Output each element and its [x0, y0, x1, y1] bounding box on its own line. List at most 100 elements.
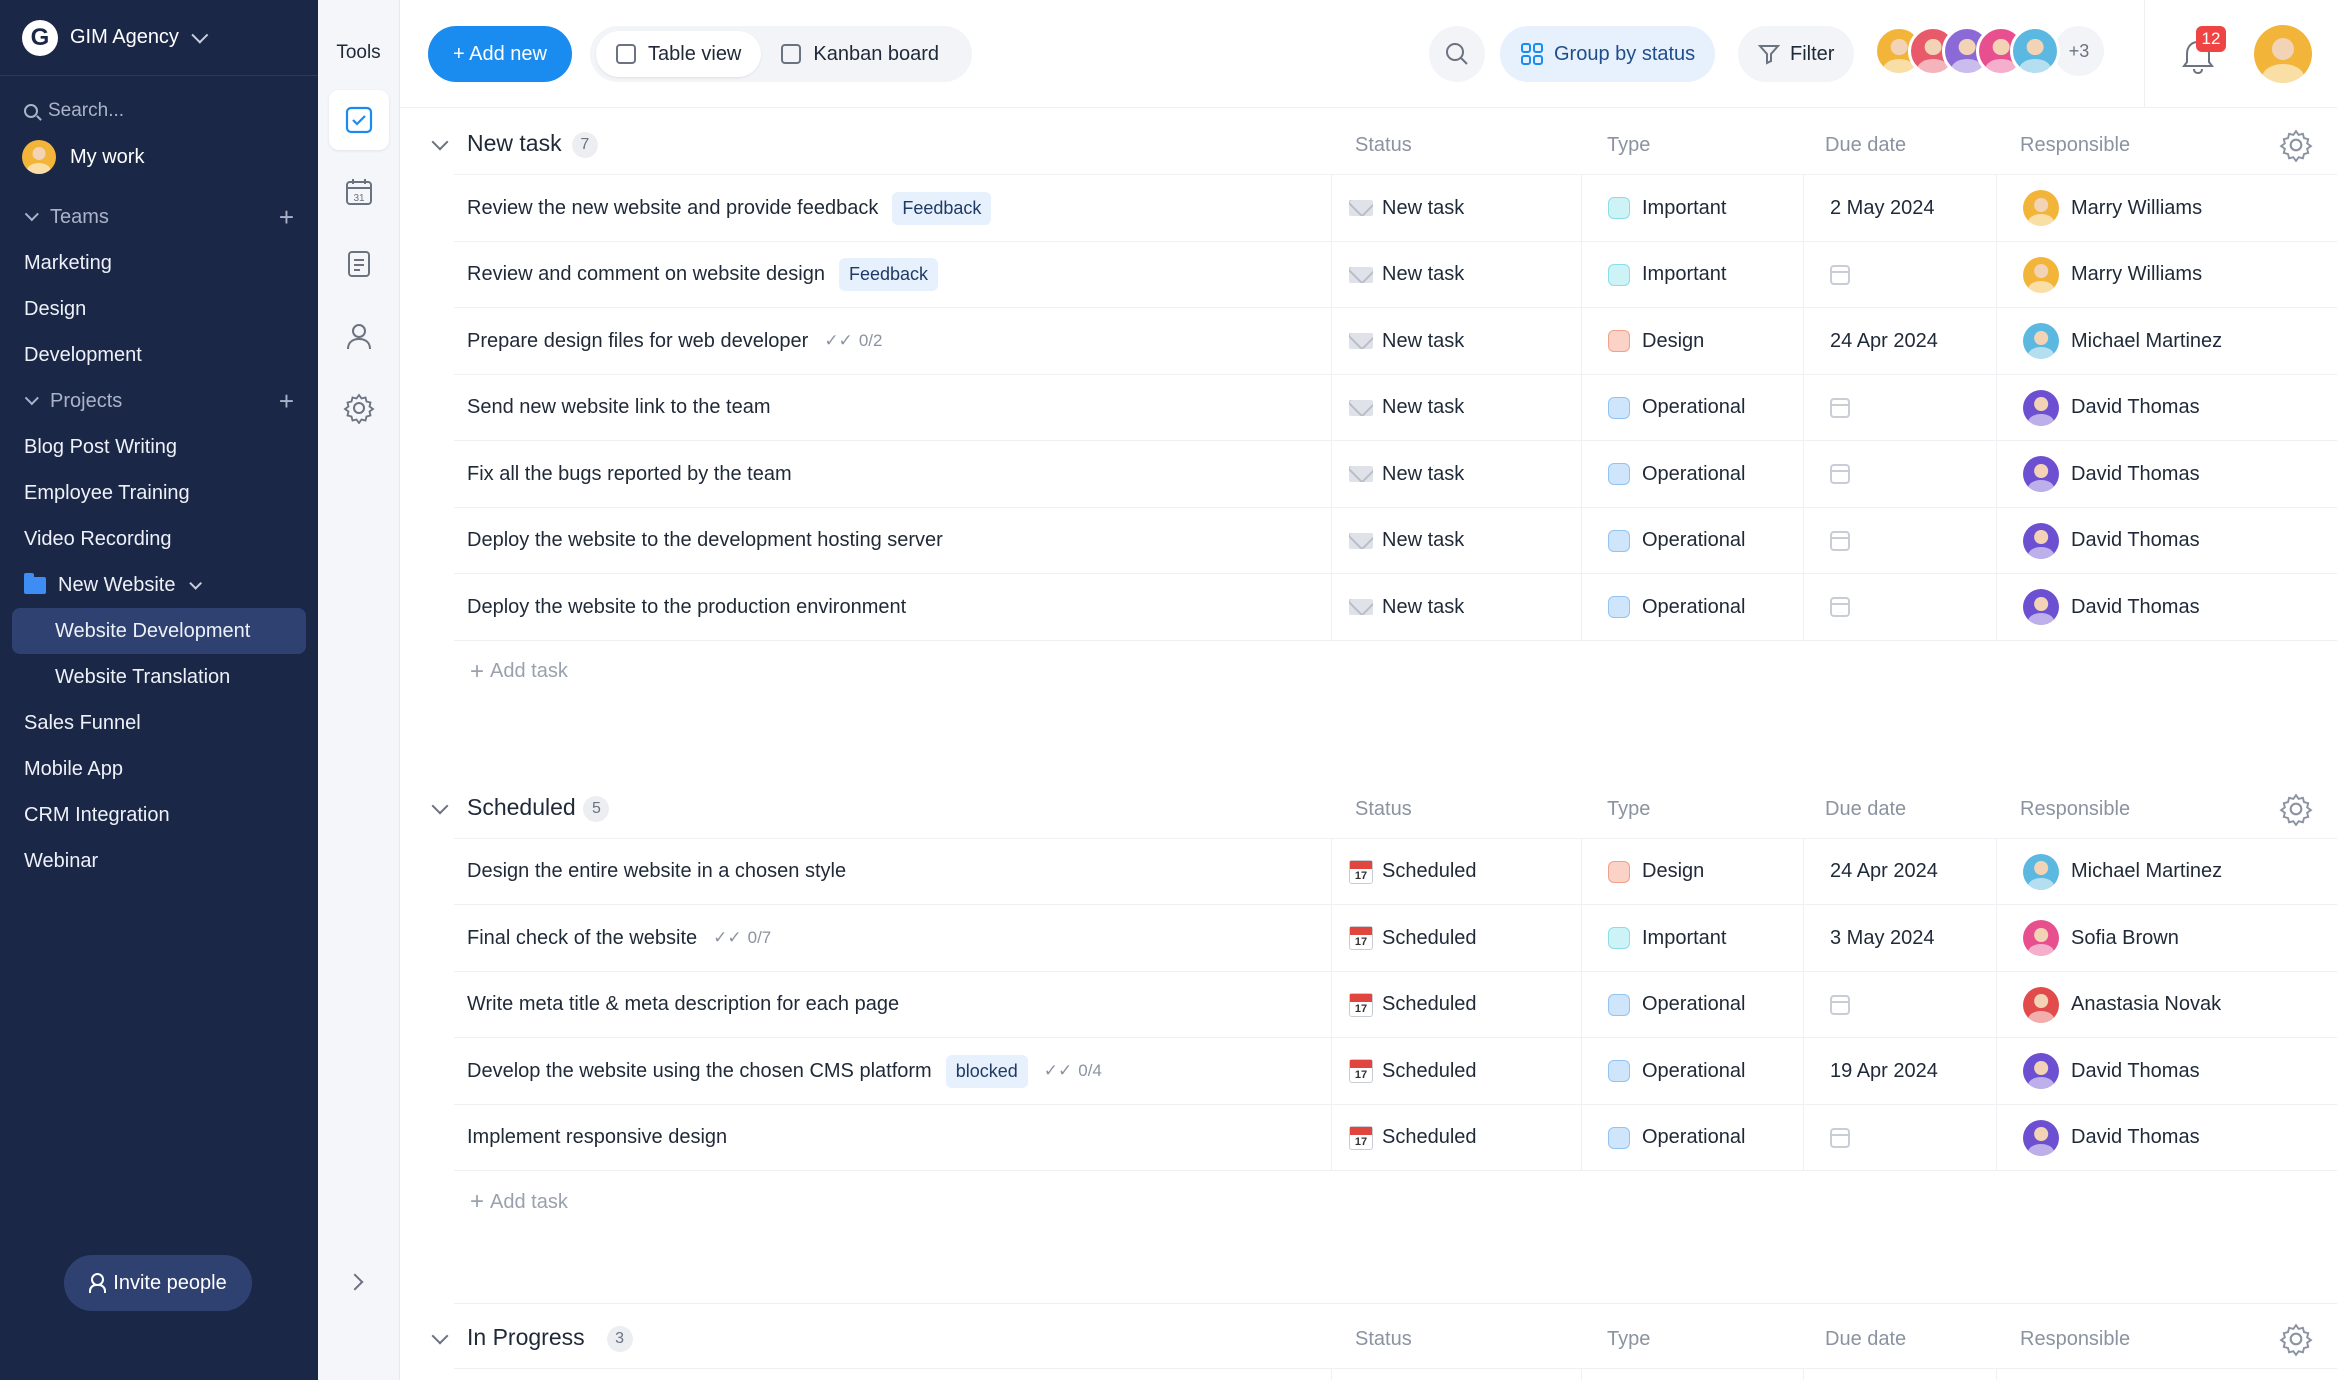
type-cell[interactable]: Operational: [1581, 374, 1803, 441]
task-name-cell[interactable]: Review and comment on website design Feed…: [467, 242, 939, 308]
type-cell[interactable]: Operational: [1581, 971, 1803, 1038]
status-cell[interactable]: New task: [1331, 241, 1581, 308]
filter-button[interactable]: Filter: [1738, 26, 1855, 82]
responsible-cell[interactable]: Michael Martinez: [1996, 838, 2337, 905]
table-row[interactable]: Review the new website and provide feedb…: [454, 174, 2337, 241]
task-name-cell[interactable]: Send new website link to the team: [467, 375, 771, 441]
status-cell[interactable]: New task: [1331, 308, 1581, 374]
group-by-status-button[interactable]: Group by status: [1500, 26, 1716, 82]
task-name-cell[interactable]: Develop a wireframe💬2📎1: [467, 1369, 752, 1380]
responsible-cell[interactable]: David Thomas: [1996, 574, 2337, 640]
sidebar-item-webinar[interactable]: Webinar: [0, 838, 318, 884]
sidebar-item-website-translation[interactable]: Website Translation: [0, 654, 318, 700]
table-row[interactable]: Implement responsive design 17 Scheduled …: [454, 1103, 2337, 1171]
task-name-cell[interactable]: Final check of the website ✓✓ 0/7: [467, 905, 771, 971]
sidebar-item-development[interactable]: Development: [0, 332, 318, 378]
responsible-cell[interactable]: Sofia Brown: [1996, 1369, 2337, 1380]
status-cell[interactable]: 17 Scheduled: [1331, 838, 1581, 905]
table-row[interactable]: Develop a wireframe💬2📎1 🚀In Progress Ope…: [454, 1368, 2337, 1380]
task-name-cell[interactable]: Deploy the website to the production env…: [467, 574, 906, 640]
type-cell[interactable]: Important: [1581, 241, 1803, 308]
responsible-cell[interactable]: Anastasia Novak: [1996, 971, 2337, 1038]
responsible-cell[interactable]: David Thomas: [1996, 374, 2337, 441]
tool-tasks[interactable]: [328, 90, 389, 150]
due-date-cell[interactable]: [1803, 374, 1996, 441]
table-row[interactable]: Prepare design files for web developer ✓✓…: [454, 307, 2337, 374]
expand-chevron-icon[interactable]: [346, 1273, 364, 1291]
sidebar-search[interactable]: Search...: [0, 88, 318, 134]
status-cell[interactable]: 17 Scheduled: [1331, 971, 1581, 1038]
member-avatars[interactable]: +3: [1874, 26, 2104, 76]
responsible-cell[interactable]: Michael Martinez: [1996, 308, 2337, 374]
type-cell[interactable]: Operational: [1581, 1038, 1803, 1104]
status-cell[interactable]: New task: [1331, 574, 1581, 640]
calendar-empty-icon[interactable]: [1830, 397, 1850, 418]
tool-people[interactable]: [329, 306, 389, 366]
status-cell[interactable]: New task: [1331, 175, 1581, 241]
task-name-cell[interactable]: Fix all the bugs reported by the team: [467, 441, 792, 507]
gear-icon[interactable]: [2279, 792, 2313, 826]
add-task-button[interactable]: + Add task: [470, 658, 568, 686]
type-cell[interactable]: Important: [1581, 175, 1803, 241]
chevron-down-icon[interactable]: [431, 797, 449, 814]
type-cell[interactable]: Operational: [1581, 1104, 1803, 1171]
table-row[interactable]: Design the entire website in a chosen st…: [454, 837, 2337, 905]
status-cell[interactable]: 17 Scheduled: [1331, 905, 1581, 971]
task-name-cell[interactable]: Implement responsive design: [467, 1105, 727, 1171]
status-cell[interactable]: 17 Scheduled: [1331, 1104, 1581, 1171]
status-cell[interactable]: 🚀In Progress: [1331, 1369, 1581, 1380]
sidebar-item-video-recording[interactable]: Video Recording: [0, 516, 318, 562]
task-name-cell[interactable]: Write meta title & meta description for …: [467, 972, 899, 1038]
sidebar-item-blog-post-writing[interactable]: Blog Post Writing: [0, 424, 318, 470]
tab-table-view[interactable]: Table view: [596, 31, 762, 77]
due-date-cell[interactable]: [1803, 574, 1996, 640]
due-date-cell[interactable]: [1803, 241, 1996, 308]
responsible-cell[interactable]: Marry Williams: [1996, 175, 2337, 241]
more-members-count[interactable]: +3: [2054, 26, 2104, 76]
type-cell[interactable]: Design: [1581, 838, 1803, 905]
add-project-icon[interactable]: +: [279, 386, 294, 417]
type-cell[interactable]: Operational: [1581, 441, 1803, 507]
due-date-cell[interactable]: [1803, 971, 1996, 1038]
status-cell[interactable]: 17 Scheduled: [1331, 1038, 1581, 1104]
tool-settings[interactable]: [329, 378, 389, 438]
sidebar-item-employee-training[interactable]: Employee Training: [0, 470, 318, 516]
type-cell[interactable]: Operational: [1581, 507, 1803, 574]
responsible-cell[interactable]: David Thomas: [1996, 507, 2337, 574]
calendar-empty-icon[interactable]: [1830, 994, 1850, 1015]
responsible-cell[interactable]: Marry Williams: [1996, 241, 2337, 308]
task-name-cell[interactable]: Review the new website and provide feedb…: [467, 175, 992, 241]
teams-section-header[interactable]: Teams +: [0, 194, 318, 240]
sidebar-item-new-website[interactable]: New Website: [0, 562, 318, 608]
projects-section-header[interactable]: Projects +: [0, 378, 318, 424]
type-cell[interactable]: Design: [1581, 308, 1803, 374]
gear-icon[interactable]: [2279, 1322, 2313, 1356]
table-row[interactable]: Develop the website using the chosen CMS…: [454, 1037, 2337, 1104]
task-name-cell[interactable]: Design the entire website in a chosen st…: [467, 839, 846, 905]
task-name-cell[interactable]: Develop the website using the chosen CMS…: [467, 1038, 1102, 1104]
task-name-cell[interactable]: Prepare design files for web developer ✓✓…: [467, 308, 882, 374]
due-date-cell[interactable]: 24 Apr 2024: [1803, 308, 1996, 374]
due-date-cell[interactable]: [1803, 507, 1996, 574]
type-cell[interactable]: Important: [1581, 905, 1803, 971]
sidebar-item-my-work[interactable]: My work: [0, 134, 318, 180]
task-name-cell[interactable]: Deploy the website to the development ho…: [467, 508, 943, 574]
sidebar-item-mobile-app[interactable]: Mobile App: [0, 746, 318, 792]
tab-kanban-board[interactable]: Kanban board: [761, 31, 959, 77]
due-date-cell[interactable]: 19 Apr 2024: [1803, 1038, 1996, 1104]
chevron-down-icon[interactable]: [431, 133, 449, 151]
gear-icon[interactable]: [2279, 128, 2313, 162]
add-team-icon[interactable]: +: [279, 202, 294, 233]
calendar-empty-icon[interactable]: [1830, 1127, 1850, 1148]
chevron-down-icon[interactable]: [431, 1327, 449, 1345]
due-date-cell[interactable]: 3 May 2024: [1803, 905, 1996, 971]
invite-people-button[interactable]: Invite people: [64, 1255, 252, 1311]
user-avatar[interactable]: [2254, 25, 2312, 83]
responsible-cell[interactable]: David Thomas: [1996, 1104, 2337, 1171]
table-row[interactable]: Fix all the bugs reported by the team Ne…: [454, 440, 2337, 507]
add-task-button[interactable]: + Add task: [470, 1188, 568, 1216]
table-row[interactable]: Review and comment on website design Feed…: [454, 240, 2337, 308]
table-row[interactable]: Send new website link to the team New ta…: [454, 373, 2337, 441]
table-row[interactable]: Final check of the website ✓✓ 0/7 17 Schedu…: [454, 904, 2337, 971]
due-date-cell[interactable]: 2 May 2024: [1803, 175, 1996, 241]
